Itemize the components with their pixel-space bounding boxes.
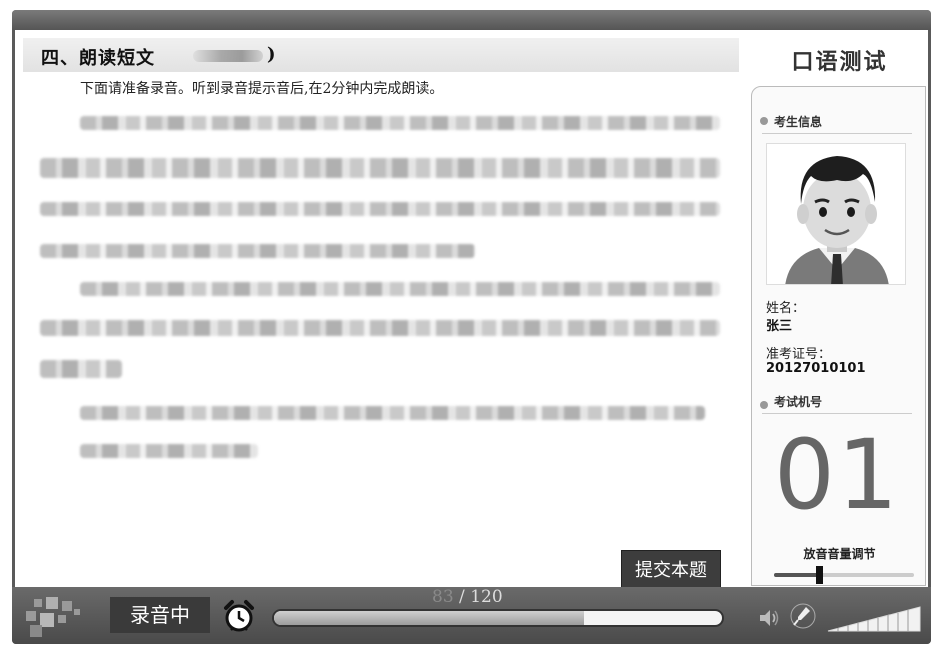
signal-level-icon bbox=[827, 606, 921, 632]
redacted-passage-line bbox=[80, 406, 705, 420]
name-value: 张三 bbox=[766, 319, 793, 334]
sidebar: 口语测试 考生信息 姓名： 张三 准考证号： 20127010101 考试机号 … bbox=[751, 30, 928, 587]
volume-fill bbox=[774, 573, 819, 577]
redacted-passage-line bbox=[40, 202, 720, 216]
app-logo bbox=[20, 595, 90, 639]
submit-question-button[interactable]: 提交本题 bbox=[621, 550, 721, 590]
exam-id-value: 20127010101 bbox=[766, 361, 866, 376]
section-title: 四、朗读短文 bbox=[41, 48, 155, 69]
avatar-illustration bbox=[767, 144, 905, 284]
machine-number: 01 bbox=[773, 419, 901, 531]
section-title-close-paren: ) bbox=[267, 44, 276, 65]
speaker-icon[interactable] bbox=[758, 607, 780, 629]
section-header: 四、朗读短文 ) bbox=[23, 38, 739, 72]
progress-total: 120 bbox=[470, 587, 503, 607]
volume-handle[interactable] bbox=[815, 566, 823, 584]
name-label: 姓名： bbox=[766, 301, 806, 316]
exam-id-label: 准考证号： bbox=[766, 347, 832, 362]
title-bar bbox=[12, 10, 931, 30]
volume-slider[interactable] bbox=[774, 566, 914, 584]
candidate-info-label: 考生信息 bbox=[774, 115, 823, 129]
recording-status: 录音中 bbox=[110, 597, 210, 633]
candidate-panel: 考生信息 姓名： 张三 准考证号： 20127010101 考试机号 01 放音… bbox=[751, 86, 926, 586]
progress-separator: / bbox=[459, 587, 465, 607]
alarm-clock-icon bbox=[224, 600, 254, 632]
volume-label: 放音音量调节 bbox=[803, 547, 876, 561]
instruction-text: 下面请准备录音。听到录音提示音后,在2分钟内完成朗读。 bbox=[80, 81, 444, 97]
candidate-avatar bbox=[766, 143, 906, 285]
question-area: 四、朗读短文 ) 下面请准备录音。听到录音提示音后,在2分钟内完成朗读。 提交本… bbox=[15, 30, 751, 590]
machine-number-label: 考试机号 bbox=[774, 395, 823, 409]
redacted-passage-line bbox=[40, 360, 122, 378]
recording-progress-fill bbox=[274, 611, 584, 625]
bullet-icon bbox=[760, 117, 768, 125]
recording-progress-bar bbox=[272, 609, 724, 627]
redacted-passage-line bbox=[40, 244, 475, 258]
divider bbox=[762, 133, 912, 134]
redacted-section-note bbox=[193, 50, 263, 62]
progress-current: 83 bbox=[432, 587, 454, 607]
microphone-icon[interactable] bbox=[790, 603, 816, 629]
status-bar: 录音中 83 / 120 bbox=[12, 587, 931, 644]
app-title: 口语测试 bbox=[791, 50, 888, 75]
redacted-passage-line bbox=[80, 282, 720, 296]
app-window: 四、朗读短文 ) 下面请准备录音。听到录音提示音后,在2分钟内完成朗读。 提交本… bbox=[12, 10, 931, 644]
redacted-passage-line bbox=[80, 444, 258, 458]
redacted-passage-line bbox=[80, 116, 720, 130]
progress-counter: 83 / 120 bbox=[432, 587, 503, 607]
divider bbox=[762, 413, 912, 414]
bullet-icon bbox=[760, 401, 768, 409]
redacted-passage-line bbox=[40, 158, 720, 178]
redacted-passage-line bbox=[40, 320, 720, 336]
